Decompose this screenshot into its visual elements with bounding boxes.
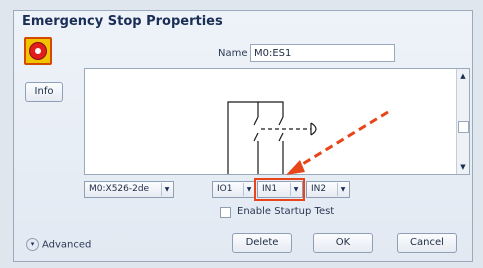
ok-button[interactable]: OK [313,233,373,253]
startup-test-label: Enable Startup Test [237,206,335,217]
annotation-arrow-head [286,160,305,175]
advanced-label: Advanced [42,239,92,251]
cancel-button[interactable]: Cancel [397,233,457,253]
startup-test-checkbox[interactable] [220,207,231,218]
delete-button[interactable]: Delete [232,233,292,253]
annotation-arrow-line [295,110,389,170]
advanced-toggle[interactable]: ▾ Advanced [26,238,91,251]
expand-chevron-icon[interactable]: ▾ [26,238,39,251]
annotation-arrow-layer [286,110,389,175]
